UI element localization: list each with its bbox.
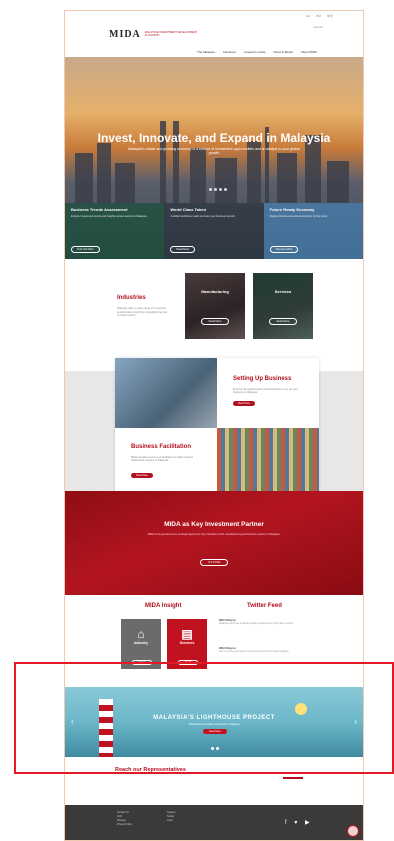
hero-subtitle: Malaysia's stable and growing economy is… [128,147,300,155]
partner-text: MIDA is the government's principal agenc… [147,533,281,536]
footer-link[interactable]: Links [167,819,176,823]
site-footer: Contact Us FAQ Sitemap Privacy Policy Ca… [65,805,363,840]
reach-underline [283,777,303,779]
tile-label: Services [274,289,292,294]
business-card: Setting Up Business Find out the require… [115,358,319,498]
footer-link[interactable]: Privacy Policy [117,823,132,827]
highlight-box [14,662,394,774]
footer-links-col2: Careers Tender Links [167,811,176,823]
hero-carousel-dots[interactable] [209,188,227,191]
hero-cards: Business Trends Assessment Explore inves… [65,203,363,259]
footer-links-col1: Contact Us FAQ Sitemap Privacy Policy [117,811,132,827]
main-nav: The Malaysia Industries Investor's Guide… [65,47,363,57]
hero-card-desc: Explore investment trends and insights a… [71,215,147,218]
tweet-text: Malaysia continues to attract quality in… [219,622,294,626]
tile-label: Industry [133,641,149,645]
business-facilitation-text: MIDA provides end-to-end facilitation to… [131,456,193,463]
document-icon: ▤ [181,627,193,641]
tweet-text: Join us at the upcoming investment semin… [219,650,290,654]
hero-card: World Class Talent A skilled workforce r… [164,203,264,259]
hero-card-button[interactable]: Discover More [269,246,299,253]
industries-text: Malaysia offers a wide range of investme… [117,307,167,318]
hero-card: Future Ready Economy Digital infrastruct… [263,203,363,259]
hero-card-title: World Class Talent [170,207,206,212]
hero-title: Invest, Innovate, and Expand in Malaysia [97,131,331,145]
tile-label: Services [179,641,195,645]
investment-partner-section: MIDA as Key Investment Partner MIDA is t… [65,491,363,595]
industries-title: Industries [117,295,146,301]
services-read-more-button[interactable]: Read More [269,318,297,325]
business-facilitation-title: Business Facilitation [131,444,192,450]
nav-item-about[interactable]: About MIDA [301,50,317,54]
social-icons[interactable]: f ▾ ▶ [285,819,313,826]
site-header: MIDA MALAYSIAN INVESTMENT DEVELOPMENT AU… [65,21,363,47]
industries-section: Industries Malaysia offers a wide range … [65,259,363,363]
chat-icon[interactable] [347,825,359,837]
lang-cn-link[interactable]: 中文 [327,14,333,18]
tile-label: Manufacturing [201,289,229,294]
setup-business-title: Setting Up Business [233,376,292,382]
logo-subtitle: MALAYSIAN INVESTMENT DEVELOPMENT AUTHORI… [144,31,198,37]
business-facilitation-button[interactable]: Read More [131,473,153,478]
manufacturing-tile[interactable]: Manufacturing Read More [185,273,245,339]
setup-business-text: Find out the requirements and procedures… [233,388,298,395]
twitter-title: Twitter Feed [247,603,282,609]
hero-card-button[interactable]: Read More [170,246,196,253]
partner-title: MIDA as Key Investment Partner [164,521,264,528]
nav-item-industries[interactable]: Industries [223,50,236,54]
site-logo[interactable]: MIDA [109,29,141,40]
setup-business-button[interactable]: Read More [233,401,255,406]
nav-item-news[interactable]: News & Media [273,50,292,54]
manufacturing-read-more-button[interactable]: Read More [201,318,229,325]
services-tile[interactable]: Services Read More [253,273,313,339]
hero-card-title: Business Trends Assessment [71,207,128,212]
tweet-item[interactable]: MIDA Malaysia Malaysia continues to attr… [219,619,315,625]
insight-title: MIDA Insight [145,603,182,609]
hero-card-title: Future Ready Economy [269,207,315,212]
hero-card-desc: Digital infrastructure and connectivity … [269,215,328,218]
search-link[interactable]: Search [313,25,323,29]
tweet-item[interactable]: MIDA Malaysia Join us at the upcoming in… [219,647,315,653]
hero-card: Business Trends Assessment Explore inves… [65,203,165,259]
hero-card-button[interactable]: Find Out More [71,246,100,253]
nav-item-malaysia[interactable]: The Malaysia [197,50,215,54]
nav-item-investors-guide[interactable]: Investor's Guide [244,50,266,54]
hero-banner: Invest, Innovate, and Expand in Malaysia… [65,57,363,259]
partner-profile-button[interactable]: Our Profile [200,559,229,566]
factory-icon: ⌂ [137,627,145,641]
top-bar: EN BM 中文 [65,11,363,21]
hero-card-desc: A skilled workforce ready to power your … [170,215,235,218]
lang-en-link[interactable]: EN [306,14,310,18]
container-port-image [217,428,319,498]
skybridge-image [115,358,217,428]
lang-bm-link[interactable]: BM [316,14,321,18]
